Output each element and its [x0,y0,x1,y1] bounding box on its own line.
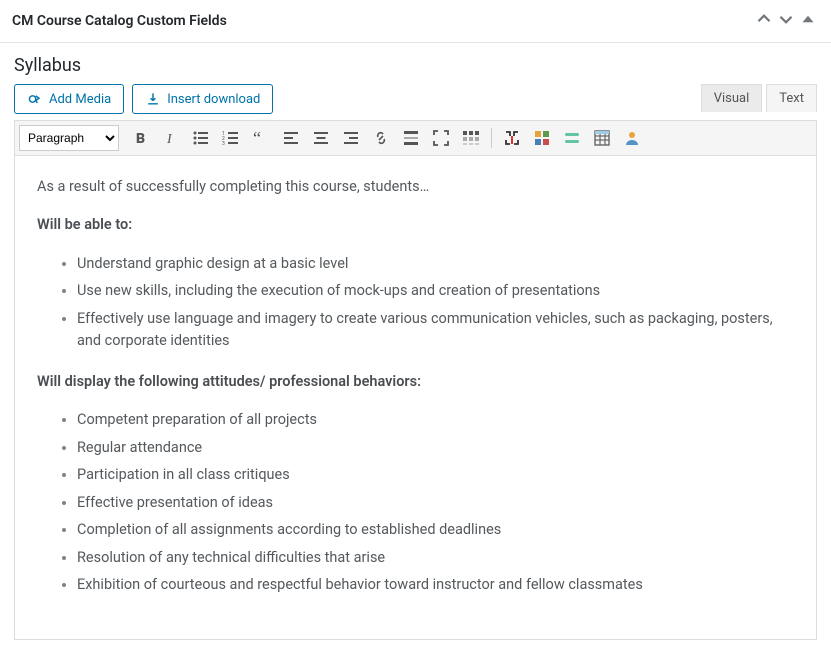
attitudes-list: Competent preparation of all projects Re… [37,409,794,596]
list-item: Completion of all assignments according … [77,519,794,541]
list-item: Regular attendance [77,437,794,459]
list-item: Participation in all class critiques [77,464,794,486]
field-label: Syllabus [0,43,831,84]
svg-text:3: 3 [222,141,225,147]
panel-title: CM Course Catalog Custom Fields [12,13,753,29]
align-left-button[interactable] [277,125,305,151]
align-center-button[interactable] [307,125,335,151]
list-item: Resolution of any technical difficulties… [77,547,794,569]
svg-text:I: I [166,132,173,147]
tab-visual[interactable]: Visual [701,84,763,112]
columns-button[interactable] [528,125,556,151]
insert-download-label: Insert download [167,92,260,107]
user-button[interactable] [618,125,646,151]
toggle-collapse-icon[interactable] [797,8,819,34]
heading-able-to: Will be able to: [37,216,132,233]
add-media-button[interactable]: Add Media [14,84,124,114]
insert-download-button[interactable]: Insert download [132,84,273,114]
list-item: Use new skills, including the execution … [77,280,794,302]
download-icon [145,91,161,107]
list-item: Understand graphic design at a basic lev… [77,253,794,275]
italic-button[interactable]: I [157,125,185,151]
fullscreen-button[interactable] [427,125,455,151]
link-button[interactable] [367,125,395,151]
intro-paragraph: As a result of successfully completing t… [37,176,794,198]
move-up-icon[interactable] [753,8,775,34]
divider-button[interactable] [558,125,586,151]
bold-button[interactable]: B [127,125,155,151]
list-item: Effectively use language and imagery to … [77,308,794,353]
svg-text:“: “ [253,128,261,148]
heading-attitudes: Will display the following attitudes/ pr… [37,373,421,390]
media-icon [27,91,43,107]
able-to-list: Understand graphic design at a basic lev… [37,253,794,353]
toolbar-separator [491,128,492,148]
list-item: Exhibition of courteous and respectful b… [77,574,794,596]
add-media-label: Add Media [49,92,111,107]
editor-tabs: Visual Text [701,84,817,112]
format-select[interactable]: Paragraph [19,125,119,151]
bullet-list-button[interactable] [187,125,215,151]
blockquote-button[interactable]: “ [247,125,275,151]
read-more-button[interactable] [397,125,425,151]
table-button[interactable] [588,125,616,151]
numbered-list-button[interactable]: 123 [217,125,245,151]
list-item: Competent preparation of all projects [77,409,794,431]
svg-text:B: B [136,131,145,147]
editor-toolbar: Paragraph B I 123 “ [14,120,817,155]
move-down-icon[interactable] [775,8,797,34]
list-item: Effective presentation of ideas [77,492,794,514]
tab-text[interactable]: Text [766,84,817,112]
editor-content[interactable]: As a result of successfully completing t… [14,155,817,640]
align-right-button[interactable] [337,125,365,151]
shortcode-button-1[interactable] [498,125,526,151]
toolbar-toggle-button[interactable] [457,125,485,151]
